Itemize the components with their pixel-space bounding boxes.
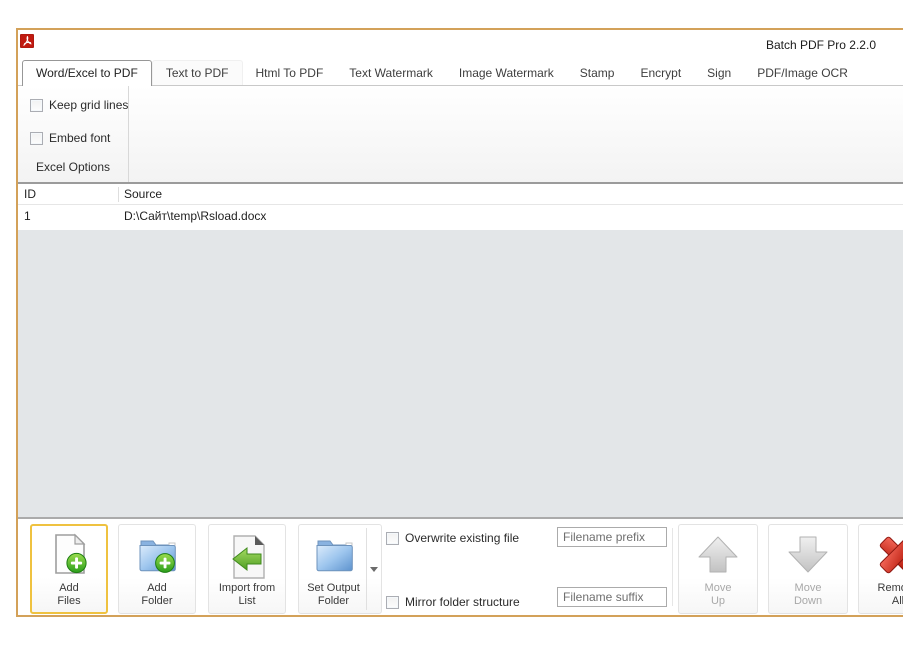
add-files-label: Add Files <box>57 582 81 607</box>
tab-stamp[interactable]: Stamp <box>567 61 628 85</box>
title-bar: Batch PDF Pro 2.2.0 <box>18 30 903 60</box>
column-header-id[interactable]: ID <box>24 187 116 201</box>
import-from-list-label: Import from List <box>218 582 276 607</box>
column-separator[interactable] <box>118 187 119 202</box>
tab-pdf-image-ocr[interactable]: PDF/Image OCR <box>744 61 861 85</box>
tab-text-watermark[interactable]: Text Watermark <box>336 61 446 85</box>
checkbox-overwrite-existing[interactable]: Overwrite existing file <box>386 531 519 545</box>
move-up-label: Move Up <box>704 582 732 607</box>
checkbox-label: Overwrite existing file <box>405 531 520 545</box>
remove-all-button[interactable]: Remove All <box>858 524 903 614</box>
remove-x-icon <box>879 536 903 574</box>
tab-word-excel-to-pdf[interactable]: Word/Excel to PDF <box>22 60 152 86</box>
table-row[interactable]: 1 D:\Сайт\temp\Rsload.docx <box>18 205 903 227</box>
checkbox-keep-grid-lines[interactable]: Keep grid lines <box>30 98 128 112</box>
checkbox-label: Keep grid lines <box>49 98 129 112</box>
set-output-dropdown[interactable] <box>366 528 381 610</box>
document-add-icon <box>55 533 87 574</box>
output-folder-icon <box>316 540 353 572</box>
folder-add-icon <box>139 540 176 573</box>
app-window: Batch PDF Pro 2.2.0 Word/Excel to PDF Te… <box>16 28 903 617</box>
move-up-button[interactable]: Move Up <box>678 524 758 614</box>
remove-all-label: Remove All <box>877 582 903 607</box>
file-list-grid: ID Source 1 D:\Сайт\temp\Rsload.docx <box>18 182 903 519</box>
filename-prefix-input[interactable] <box>557 527 667 547</box>
app-title: Batch PDF Pro 2.2.0 <box>765 38 876 52</box>
checkbox-box <box>386 595 399 609</box>
checkbox-box <box>30 98 43 112</box>
move-down-button[interactable]: Move Down <box>768 524 848 614</box>
add-files-button[interactable]: Add Files <box>30 524 108 614</box>
checkbox-embed-font[interactable]: Embed font <box>30 131 110 145</box>
chevron-down-icon <box>370 566 378 572</box>
word-excel-tab-panel: Keep grid lines Embed font Excel Options <box>18 86 903 182</box>
grid-content-area: ID Source 1 D:\Сайт\temp\Rsload.docx <box>18 184 903 230</box>
tab-strip: Word/Excel to PDF Text to PDF Html To PD… <box>18 60 903 86</box>
filename-suffix-input[interactable] <box>557 587 667 607</box>
checkbox-box <box>386 531 399 545</box>
tab-html-to-pdf[interactable]: Html To PDF <box>243 61 337 85</box>
import-from-list-button[interactable]: Import from List <box>208 524 286 614</box>
tab-text-to-pdf[interactable]: Text to PDF <box>151 60 243 85</box>
import-list-icon <box>232 535 265 579</box>
cell-source: D:\Сайт\temp\Rsload.docx <box>124 209 267 223</box>
move-down-label: Move Down <box>793 582 823 607</box>
grid-header-row: ID Source <box>18 184 903 205</box>
add-folder-label: Add Folder <box>141 582 173 607</box>
set-output-folder-label: Set Output Folder <box>307 582 360 607</box>
tab-image-watermark[interactable]: Image Watermark <box>446 61 567 85</box>
tab-sign[interactable]: Sign <box>694 61 744 85</box>
cell-id: 1 <box>24 209 31 223</box>
column-header-source[interactable]: Source <box>124 187 903 201</box>
pdf-app-icon <box>20 34 34 48</box>
checkbox-mirror-structure[interactable]: Mirror folder structure <box>386 595 520 609</box>
checkbox-label: Embed font <box>49 131 111 145</box>
checkbox-label: Mirror folder structure <box>405 595 520 609</box>
set-output-folder-button[interactable]: Set Output Folder <box>298 524 382 614</box>
arrow-down-icon <box>788 536 828 573</box>
arrow-up-icon <box>698 536 738 573</box>
excel-options-group-title: Excel Options <box>35 160 111 174</box>
add-folder-button[interactable]: Add Folder <box>118 524 196 614</box>
tab-encrypt[interactable]: Encrypt <box>627 61 694 85</box>
checkbox-box <box>30 131 43 145</box>
bottom-toolbar: Add Files Add Folder Import from List Se… <box>18 519 903 615</box>
toolbar-separator <box>672 528 673 606</box>
